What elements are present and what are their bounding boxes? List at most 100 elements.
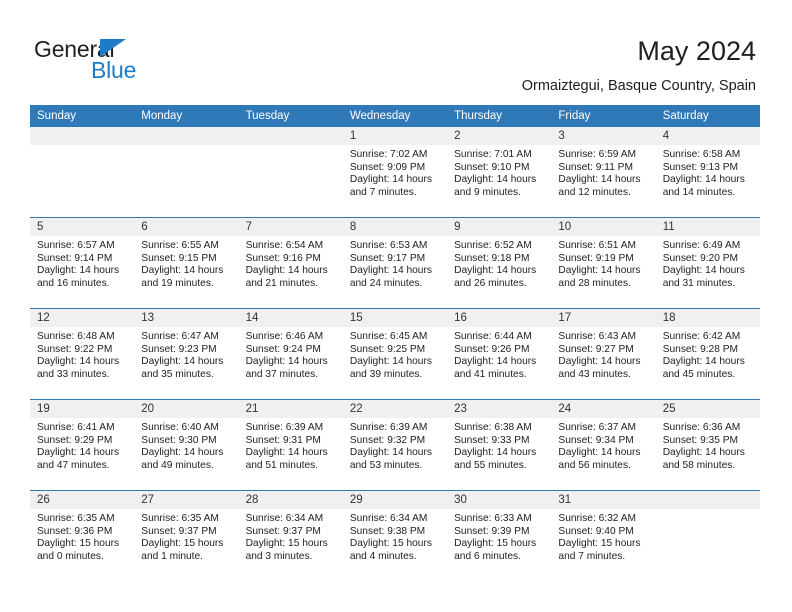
day-cell[interactable]: 14 Sunrise: 6:46 AM Sunset: 9:24 PM Dayl… (238, 308, 343, 400)
sunrise-text: Sunrise: 6:35 AM (141, 513, 219, 524)
daylight-text-line2: and 55 minutes. (454, 459, 527, 471)
day-number: 23 (447, 400, 552, 418)
daylight-text-line2: and 26 minutes. (454, 277, 527, 289)
day-cell[interactable]: 17 Sunrise: 6:43 AM Sunset: 9:27 PM Dayl… (551, 308, 656, 400)
daylight-text-line1: Daylight: 14 hours (245, 265, 328, 277)
day-cell[interactable]: 26 Sunrise: 6:35 AM Sunset: 9:36 PM Dayl… (30, 490, 135, 581)
general-blue-logo[interactable]: General Blue (34, 36, 164, 83)
day-cell[interactable]: 13 Sunrise: 6:47 AM Sunset: 9:23 PM Dayl… (134, 308, 239, 400)
sunrise-text: Sunrise: 6:39 AM (245, 422, 324, 433)
weekday-header-wednesday: Wednesday (342, 105, 448, 127)
sunrise-text: Sunrise: 6:42 AM (662, 331, 741, 342)
day-cell[interactable]: 7 Sunrise: 6:54 AM Sunset: 9:16 PM Dayli… (238, 217, 343, 309)
sunrise-text: Sunrise: 6:32 AM (558, 513, 636, 524)
day-cell[interactable] (134, 127, 239, 218)
day-cell[interactable]: 19 Sunrise: 6:41 AM Sunset: 9:29 PM Dayl… (30, 399, 135, 491)
day-number: 22 (342, 400, 448, 418)
sunset-text: Sunset: 9:29 PM (37, 434, 113, 446)
day-cell[interactable]: 1 Sunrise: 7:02 AM Sunset: 9:09 PM Dayli… (342, 127, 448, 218)
daylight-text-line1: Daylight: 14 hours (141, 447, 224, 459)
calendar-week-row: 1 Sunrise: 7:02 AM Sunset: 9:09 PM Dayli… (30, 127, 760, 218)
page-header: General Blue May 2024 Ormaiztegui, Basqu… (0, 0, 792, 104)
day-cell[interactable]: 12 Sunrise: 6:48 AM Sunset: 9:22 PM Dayl… (30, 308, 135, 400)
sunrise-text: Sunrise: 6:45 AM (349, 331, 428, 342)
calendar-week-row: 12 Sunrise: 6:48 AM Sunset: 9:22 PM Dayl… (30, 308, 760, 400)
day-cell[interactable] (655, 490, 760, 581)
day-details: Sunrise: 6:33 AM Sunset: 9:39 PM Dayligh… (447, 509, 551, 563)
daylight-text-line2: and 33 minutes. (37, 368, 110, 380)
day-cell[interactable]: 9 Sunrise: 6:52 AM Sunset: 9:18 PM Dayli… (447, 217, 552, 309)
daylight-text-line1: Daylight: 14 hours (662, 174, 745, 186)
daylight-text-line1: Daylight: 14 hours (349, 174, 432, 186)
day-details: Sunrise: 6:41 AM Sunset: 9:29 PM Dayligh… (30, 418, 134, 472)
day-cell[interactable]: 5 Sunrise: 6:57 AM Sunset: 9:14 PM Dayli… (30, 217, 135, 309)
day-cell[interactable]: 24 Sunrise: 6:37 AM Sunset: 9:34 PM Dayl… (551, 399, 656, 491)
day-number: 19 (30, 400, 135, 418)
day-details: Sunrise: 6:55 AM Sunset: 9:15 PM Dayligh… (134, 236, 238, 290)
day-details: Sunrise: 6:35 AM Sunset: 9:37 PM Dayligh… (134, 509, 238, 563)
day-details: Sunrise: 6:39 AM Sunset: 9:31 PM Dayligh… (239, 418, 343, 472)
sunset-text: Sunset: 9:31 PM (245, 434, 321, 446)
daylight-text-line2: and 51 minutes. (245, 459, 319, 471)
day-cell[interactable]: 21 Sunrise: 6:39 AM Sunset: 9:31 PM Dayl… (238, 399, 343, 491)
day-cell[interactable]: 4 Sunrise: 6:58 AM Sunset: 9:13 PM Dayli… (655, 127, 760, 218)
day-cell[interactable]: 27 Sunrise: 6:35 AM Sunset: 9:37 PM Dayl… (134, 490, 239, 581)
sunset-text: Sunset: 9:40 PM (558, 525, 634, 537)
calendar-week-row: 19 Sunrise: 6:41 AM Sunset: 9:29 PM Dayl… (30, 399, 760, 491)
day-details: Sunrise: 6:59 AM Sunset: 9:11 PM Dayligh… (551, 145, 655, 199)
sunset-text: Sunset: 9:23 PM (141, 343, 217, 355)
day-cell[interactable]: 11 Sunrise: 6:49 AM Sunset: 9:20 PM Dayl… (655, 217, 760, 309)
sunrise-text: Sunrise: 6:47 AM (141, 331, 219, 342)
day-cell[interactable]: 16 Sunrise: 6:44 AM Sunset: 9:26 PM Dayl… (447, 308, 552, 400)
daylight-text-line2: and 16 minutes. (37, 277, 110, 289)
sunrise-text: Sunrise: 7:02 AM (349, 149, 428, 160)
day-number: 18 (655, 309, 760, 327)
day-details: Sunrise: 6:51 AM Sunset: 9:19 PM Dayligh… (551, 236, 655, 290)
day-cell[interactable]: 3 Sunrise: 6:59 AM Sunset: 9:11 PM Dayli… (551, 127, 656, 218)
daylight-text-line1: Daylight: 14 hours (245, 447, 328, 459)
day-cell[interactable]: 10 Sunrise: 6:51 AM Sunset: 9:19 PM Dayl… (551, 217, 656, 309)
day-cell[interactable]: 28 Sunrise: 6:34 AM Sunset: 9:37 PM Dayl… (238, 490, 343, 581)
day-number: 8 (342, 218, 448, 236)
day-details: Sunrise: 6:38 AM Sunset: 9:33 PM Dayligh… (447, 418, 551, 472)
sunrise-text: Sunrise: 6:41 AM (37, 422, 115, 433)
daylight-text-line2: and 21 minutes. (245, 277, 319, 289)
sunset-text: Sunset: 9:37 PM (245, 525, 321, 537)
day-cell[interactable]: 23 Sunrise: 6:38 AM Sunset: 9:33 PM Dayl… (447, 399, 552, 491)
calendar-table: Sunday Monday Tuesday Wednesday Thursday… (30, 105, 760, 581)
sunrise-text: Sunrise: 6:52 AM (454, 240, 532, 251)
day-cell[interactable]: 8 Sunrise: 6:53 AM Sunset: 9:17 PM Dayli… (342, 217, 448, 309)
sunset-text: Sunset: 9:28 PM (662, 343, 739, 355)
sunrise-text: Sunrise: 7:01 AM (454, 149, 532, 160)
sunrise-text: Sunrise: 6:36 AM (662, 422, 741, 433)
sunset-text: Sunset: 9:35 PM (662, 434, 739, 446)
sunset-text: Sunset: 9:11 PM (558, 161, 633, 173)
day-details: Sunrise: 7:01 AM Sunset: 9:10 PM Dayligh… (447, 145, 551, 199)
day-cell[interactable]: 30 Sunrise: 6:33 AM Sunset: 9:39 PM Dayl… (447, 490, 552, 581)
day-cell[interactable] (238, 127, 343, 218)
day-cell[interactable]: 25 Sunrise: 6:36 AM Sunset: 9:35 PM Dayl… (655, 399, 760, 491)
day-cell[interactable]: 2 Sunrise: 7:01 AM Sunset: 9:10 PM Dayli… (447, 127, 552, 218)
day-details: Sunrise: 6:32 AM Sunset: 9:40 PM Dayligh… (551, 509, 655, 563)
daylight-text-line1: Daylight: 14 hours (454, 174, 537, 186)
calendar-page: General Blue May 2024 Ormaiztegui, Basqu… (0, 0, 792, 612)
day-number: 30 (447, 491, 552, 509)
daylight-text-line2: and 31 minutes. (662, 277, 736, 289)
day-cell[interactable]: 20 Sunrise: 6:40 AM Sunset: 9:30 PM Dayl… (134, 399, 239, 491)
weekday-header-tuesday: Tuesday (238, 105, 343, 127)
daylight-text-line1: Daylight: 15 hours (141, 538, 224, 550)
sunset-text: Sunset: 9:22 PM (37, 343, 113, 355)
day-cell[interactable]: 18 Sunrise: 6:42 AM Sunset: 9:28 PM Dayl… (655, 308, 760, 400)
daylight-text-line1: Daylight: 14 hours (37, 356, 120, 368)
day-number (655, 491, 760, 509)
daylight-text-line1: Daylight: 14 hours (349, 356, 432, 368)
day-cell[interactable]: 15 Sunrise: 6:45 AM Sunset: 9:25 PM Dayl… (342, 308, 448, 400)
daylight-text-line2: and 12 minutes. (558, 186, 631, 198)
day-cell[interactable]: 31 Sunrise: 6:32 AM Sunset: 9:40 PM Dayl… (551, 490, 656, 581)
day-cell[interactable]: 29 Sunrise: 6:34 AM Sunset: 9:38 PM Dayl… (342, 490, 448, 581)
day-cell[interactable] (30, 127, 135, 218)
day-cell[interactable]: 6 Sunrise: 6:55 AM Sunset: 9:15 PM Dayli… (134, 217, 239, 309)
day-cell[interactable]: 22 Sunrise: 6:39 AM Sunset: 9:32 PM Dayl… (342, 399, 448, 491)
day-number: 17 (551, 309, 656, 327)
daylight-text-line1: Daylight: 15 hours (558, 538, 641, 550)
